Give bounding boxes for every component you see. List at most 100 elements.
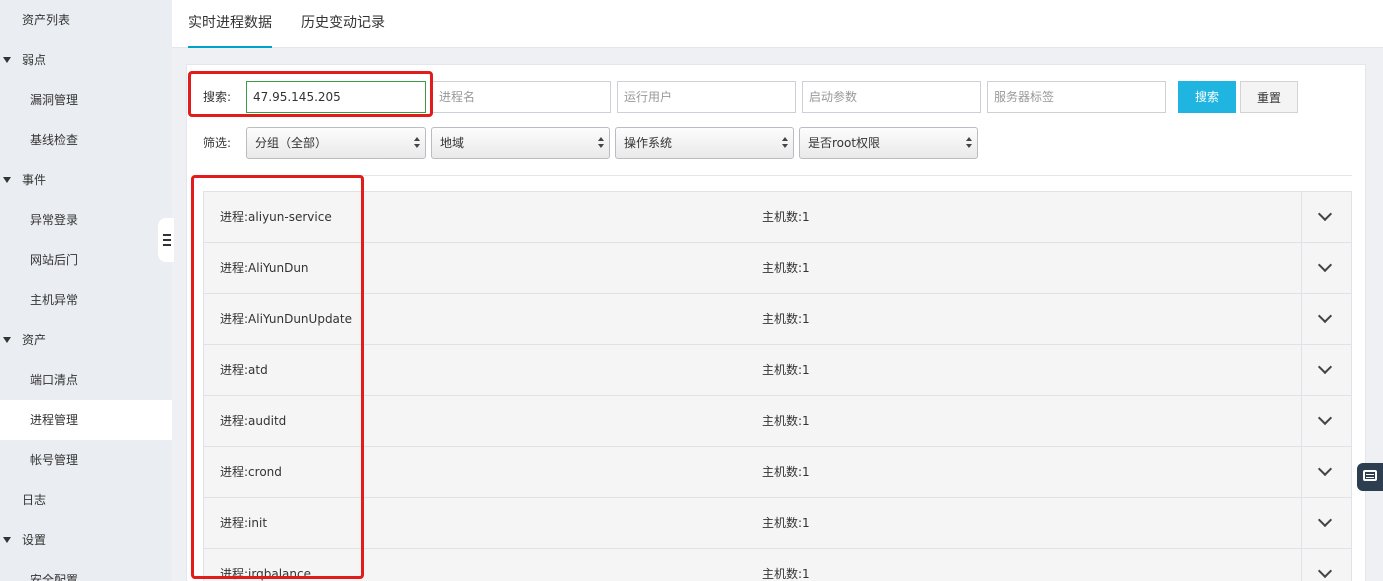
expand-button[interactable] <box>1301 192 1351 242</box>
chevron-down-icon <box>1317 512 1333 528</box>
sidebar-item-label: 进程管理 <box>30 413 79 427</box>
sidebar-group-label: 弱点 <box>22 53 47 67</box>
host-count: 主机数:1 <box>762 465 810 479</box>
caret-down-icon <box>3 177 11 183</box>
caret-down-icon <box>3 57 11 63</box>
process-row[interactable]: 进程:AliYunDun 主机数:1 <box>204 243 1351 294</box>
sidebar-item-process-management[interactable]: 进程管理 <box>0 400 172 440</box>
select-value: 操作系统 <box>624 136 673 150</box>
process-name: 进程:irqbalance <box>220 567 311 581</box>
expand-button[interactable] <box>1301 345 1351 395</box>
feedback-button[interactable] <box>1357 463 1383 491</box>
chevron-down-icon <box>1317 410 1333 426</box>
sidebar-item-abnormal-login[interactable]: 异常登录 <box>0 200 172 240</box>
server-tag-input[interactable] <box>987 81 1166 113</box>
host-count: 主机数:1 <box>762 516 810 530</box>
region-select[interactable]: 地域 <box>431 127 610 159</box>
process-list: 进程:aliyun-service 主机数:1 进程:AliYunDun 主机数… <box>203 191 1352 581</box>
sidebar-item-accounts[interactable]: 帐号管理 <box>0 440 172 480</box>
select-arrows-icon <box>414 137 420 149</box>
sidebar-group-label: 设置 <box>22 533 47 547</box>
sidebar-item-logs[interactable]: 日志 <box>0 480 172 520</box>
select-arrows-icon <box>598 137 604 149</box>
process-name: 进程:AliYunDunUpdate <box>220 312 352 326</box>
sidebar-group-events[interactable]: 事件 <box>0 160 172 200</box>
process-name: 进程:AliYunDun <box>220 261 309 275</box>
tab-history-changes[interactable]: 历史变动记录 <box>301 0 385 48</box>
sidebar-item-vulnerability[interactable]: 漏洞管理 <box>0 80 172 120</box>
chevron-down-icon <box>1317 257 1333 273</box>
process-row[interactable]: 进程:AliYunDunUpdate 主机数:1 <box>204 294 1351 345</box>
host-count: 主机数:1 <box>762 261 810 275</box>
process-row[interactable]: 进程:aliyun-service 主机数:1 <box>204 192 1351 243</box>
caret-down-icon <box>3 537 11 543</box>
tab-label: 历史变动记录 <box>301 15 385 31</box>
sidebar-item-label: 异常登录 <box>30 213 79 227</box>
expand-button[interactable] <box>1301 396 1351 446</box>
root-privilege-select[interactable]: 是否root权限 <box>799 127 978 159</box>
sidebar-item-baseline[interactable]: 基线检查 <box>0 120 172 160</box>
group-select[interactable]: 分组（全部） <box>246 127 426 159</box>
process-row[interactable]: 进程:auditd 主机数:1 <box>204 396 1351 447</box>
tab-label: 实时进程数据 <box>188 15 272 31</box>
tab-bar: 实时进程数据 历史变动记录 <box>172 0 1383 48</box>
expand-button[interactable] <box>1301 294 1351 344</box>
process-row[interactable]: 进程:init 主机数:1 <box>204 498 1351 549</box>
sidebar-item-assets-list[interactable]: 资产列表 <box>0 0 172 40</box>
sidebar-group-label: 资产 <box>22 333 47 347</box>
expand-button[interactable] <box>1301 243 1351 293</box>
sidebar-item-label: 安全配置 <box>30 573 79 581</box>
sidebar-group-label: 事件 <box>22 173 47 187</box>
expand-button[interactable] <box>1301 549 1351 581</box>
caret-down-icon <box>3 337 11 343</box>
process-row[interactable]: 进程:irqbalance 主机数:1 <box>204 549 1351 581</box>
sidebar-item-label: 资产列表 <box>22 13 71 27</box>
sidebar-item-host-anomaly[interactable]: 主机异常 <box>0 280 172 320</box>
expand-button[interactable] <box>1301 447 1351 497</box>
filter-label: 筛选: <box>203 136 232 150</box>
sidebar-group-weakness[interactable]: 弱点 <box>0 40 172 80</box>
sidebar-group-assets[interactable]: 资产 <box>0 320 172 360</box>
select-arrows-icon <box>782 137 788 149</box>
host-count: 主机数:1 <box>762 312 810 326</box>
process-name-input[interactable] <box>432 81 611 113</box>
chevron-down-icon <box>1317 359 1333 375</box>
start-args-input[interactable] <box>802 81 981 113</box>
host-count: 主机数:1 <box>762 567 810 581</box>
ip-search-input[interactable] <box>246 81 426 113</box>
sidebar-item-label: 网站后门 <box>30 253 79 267</box>
process-row[interactable]: 进程:crond 主机数:1 <box>204 447 1351 498</box>
run-user-input[interactable] <box>617 81 796 113</box>
process-row[interactable]: 进程:atd 主机数:1 <box>204 345 1351 396</box>
chevron-down-icon <box>1317 308 1333 324</box>
sidebar-item-label: 帐号管理 <box>30 453 79 467</box>
host-count: 主机数:1 <box>762 363 810 377</box>
reset-button[interactable]: 重置 <box>1240 81 1298 113</box>
sidebar-group-settings[interactable]: 设置 <box>0 520 172 560</box>
sidebar-item-label: 漏洞管理 <box>30 93 79 107</box>
search-button[interactable]: 搜索 <box>1178 81 1236 113</box>
process-name: 进程:aliyun-service <box>220 210 332 224</box>
sidebar: 资产列表 弱点 漏洞管理 基线检查 事件 异常登录 网站后门 主机异常 资产 端… <box>0 0 172 581</box>
expand-button[interactable] <box>1301 498 1351 548</box>
process-name: 进程:auditd <box>220 414 287 428</box>
os-select[interactable]: 操作系统 <box>615 127 794 159</box>
host-count: 主机数:1 <box>762 210 810 224</box>
sidebar-item-label: 基线检查 <box>30 133 79 147</box>
select-value: 分组（全部） <box>255 136 328 150</box>
process-name: 进程:init <box>220 516 268 530</box>
sidebar-item-security-config[interactable]: 安全配置 <box>0 560 172 581</box>
chevron-down-icon <box>1317 461 1333 477</box>
sidebar-item-label: 端口清点 <box>30 373 79 387</box>
host-count: 主机数:1 <box>762 414 810 428</box>
divider <box>203 175 1352 176</box>
sidebar-item-ports[interactable]: 端口清点 <box>0 360 172 400</box>
select-value: 地域 <box>440 136 465 150</box>
sidebar-collapse-toggle[interactable] <box>158 218 174 262</box>
sidebar-item-webshell[interactable]: 网站后门 <box>0 240 172 280</box>
process-panel: 搜索: 搜索 重置 筛选: 分组（全部） 地域 操作系统 是否root权限 进程… <box>186 64 1366 581</box>
process-name: 进程:crond <box>220 465 282 479</box>
sidebar-item-label: 日志 <box>22 493 47 507</box>
tab-realtime-process[interactable]: 实时进程数据 <box>188 0 272 48</box>
select-value: 是否root权限 <box>808 136 881 150</box>
